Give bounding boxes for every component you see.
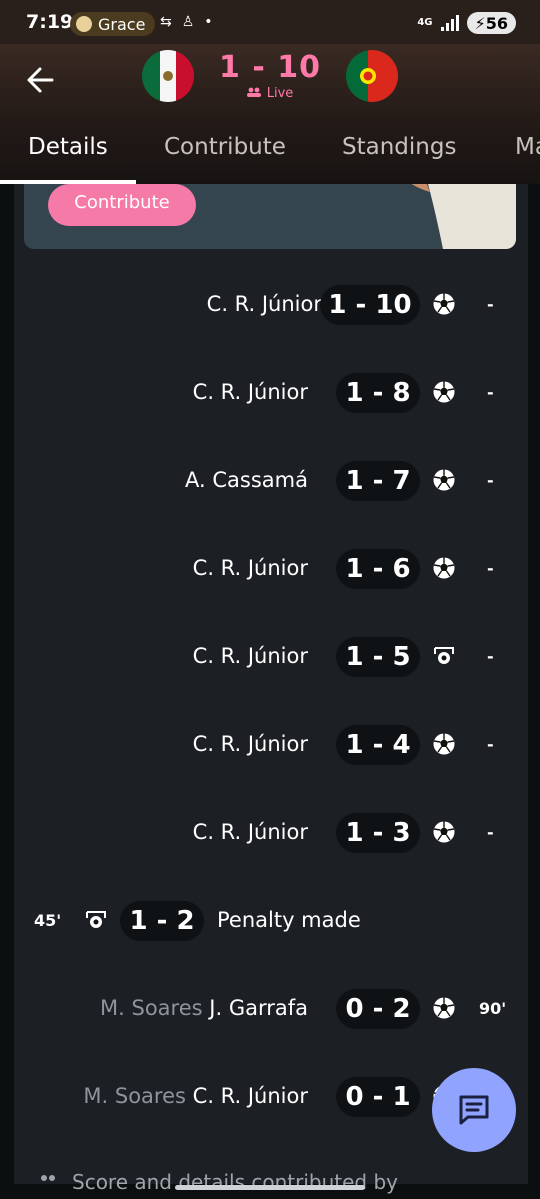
tab-bar: Details Contribute Standings Ma xyxy=(0,128,540,184)
event-score: 0 - 1 xyxy=(336,1077,420,1117)
event-minute: - xyxy=(487,647,494,666)
ball-icon xyxy=(433,469,455,491)
battery-indicator: ⚡ 56 xyxy=(466,12,516,34)
sync-icon: ⇆ xyxy=(160,14,172,30)
event-score: 1 - 6 xyxy=(336,549,420,589)
event-score: 1 - 2 xyxy=(120,901,204,941)
event-player: C. R. Júnior xyxy=(206,292,322,316)
clock: 7:19 xyxy=(26,11,74,33)
event-score: 0 - 2 xyxy=(336,989,420,1029)
contribute-button[interactable]: Contribute xyxy=(48,184,196,226)
network-label: 4G xyxy=(417,17,433,28)
event-minute: - xyxy=(487,383,494,402)
tab-details[interactable]: Details xyxy=(28,134,108,160)
event-minute: - xyxy=(487,471,494,490)
portugal-flag-icon xyxy=(346,50,398,102)
tab-standings[interactable]: Standings xyxy=(342,134,456,160)
ball-icon xyxy=(433,381,455,403)
signal-icon xyxy=(440,15,459,31)
people-icon xyxy=(246,87,261,97)
contributors-text: Score and details contributed by xyxy=(72,1170,398,1194)
event-players: M. Soares C. R. Júnior xyxy=(83,1084,308,1108)
event-players: M. Soares J. Garrafa xyxy=(100,996,308,1020)
event-score: 1 - 3 xyxy=(336,813,420,853)
spotify-icon xyxy=(76,16,92,32)
event-row[interactable]: A. Cassamá 1 - 7 - xyxy=(14,456,528,506)
event-description: Penalty made xyxy=(217,908,361,932)
event-player: C. R. Júnior xyxy=(192,1084,308,1108)
match-details-panel: Contribute C. R. Júnior 1 - 10 - C. R. J… xyxy=(14,184,528,1194)
ball-icon xyxy=(433,733,455,755)
event-player: J. Garrafa xyxy=(209,996,308,1020)
event-row[interactable]: C. R. Júnior 1 - 3 - xyxy=(14,808,528,858)
event-minute: - xyxy=(487,295,494,314)
event-player: C. R. Júnior xyxy=(192,820,308,844)
event-player: C. R. Júnior xyxy=(192,732,308,756)
event-row[interactable]: C. R. Júnior 1 - 4 - xyxy=(14,720,528,770)
ball-icon xyxy=(433,293,455,315)
event-row[interactable]: C. R. Júnior 1 - 5 - xyxy=(14,632,528,682)
ball-icon xyxy=(433,821,455,843)
match-header: 1 - 10 Live Details Contribute Standings… xyxy=(0,44,540,184)
event-score: 1 - 8 xyxy=(336,373,420,413)
event-score: 1 - 4 xyxy=(336,725,420,765)
event-minute: - xyxy=(487,823,494,842)
contribute-banner: Contribute xyxy=(24,184,516,249)
status-bar: 7:19 Grace ⇆ ♙ • 4G ⚡ 56 xyxy=(0,0,540,44)
live-indicator: Live xyxy=(0,86,540,101)
flashlight-icon: ♙ xyxy=(181,14,195,30)
home-indicator[interactable] xyxy=(175,1185,365,1190)
chat-fab[interactable] xyxy=(432,1068,516,1152)
tab-contribute[interactable]: Contribute xyxy=(164,134,286,160)
event-score: 1 - 5 xyxy=(336,637,420,677)
event-row[interactable]: M. Soares J. Garrafa 0 - 2 90' xyxy=(14,984,528,1034)
notification-icons: ⇆ ♙ • xyxy=(160,14,213,30)
people-icon xyxy=(41,1175,55,1181)
event-score: 1 - 10 xyxy=(320,285,420,325)
live-label: Live xyxy=(266,86,294,101)
event-row[interactable]: C. R. Júnior 1 - 10 - xyxy=(14,280,528,330)
event-minute: - xyxy=(487,735,494,754)
event-player: C. R. Júnior xyxy=(192,380,308,404)
away-team-flag[interactable] xyxy=(346,50,398,102)
event-minute: 45' xyxy=(34,911,62,930)
event-row[interactable]: C. R. Júnior 1 - 8 - xyxy=(14,368,528,418)
dot-icon: • xyxy=(204,14,213,30)
spotify-chip[interactable]: Grace xyxy=(70,12,156,36)
event-row[interactable]: C. R. Júnior 1 - 6 - xyxy=(14,544,528,594)
event-assist: M. Soares xyxy=(100,996,203,1020)
event-player: A. Cassamá xyxy=(185,468,308,492)
penalty-icon xyxy=(86,911,106,928)
spotify-label: Grace xyxy=(98,14,146,34)
event-score: 1 - 7 xyxy=(336,461,420,501)
system-icons: 4G ⚡ 56 xyxy=(417,12,516,34)
tab-matches[interactable]: Ma xyxy=(515,134,540,160)
player-illustration xyxy=(411,184,516,249)
event-minute: - xyxy=(487,559,494,578)
chat-icon xyxy=(459,1095,489,1125)
event-assist: M. Soares xyxy=(83,1084,186,1108)
match-score: 1 - 10 xyxy=(219,50,321,85)
battery-level: 56 xyxy=(485,13,508,33)
ball-icon xyxy=(433,997,455,1019)
ball-icon xyxy=(433,557,455,579)
event-player: C. R. Júnior xyxy=(192,644,308,668)
event-minute: 90' xyxy=(479,999,507,1018)
event-row-home[interactable]: 45' 1 - 2 Penalty made xyxy=(14,896,528,946)
penalty-icon xyxy=(434,647,454,664)
event-player: C. R. Júnior xyxy=(192,556,308,580)
